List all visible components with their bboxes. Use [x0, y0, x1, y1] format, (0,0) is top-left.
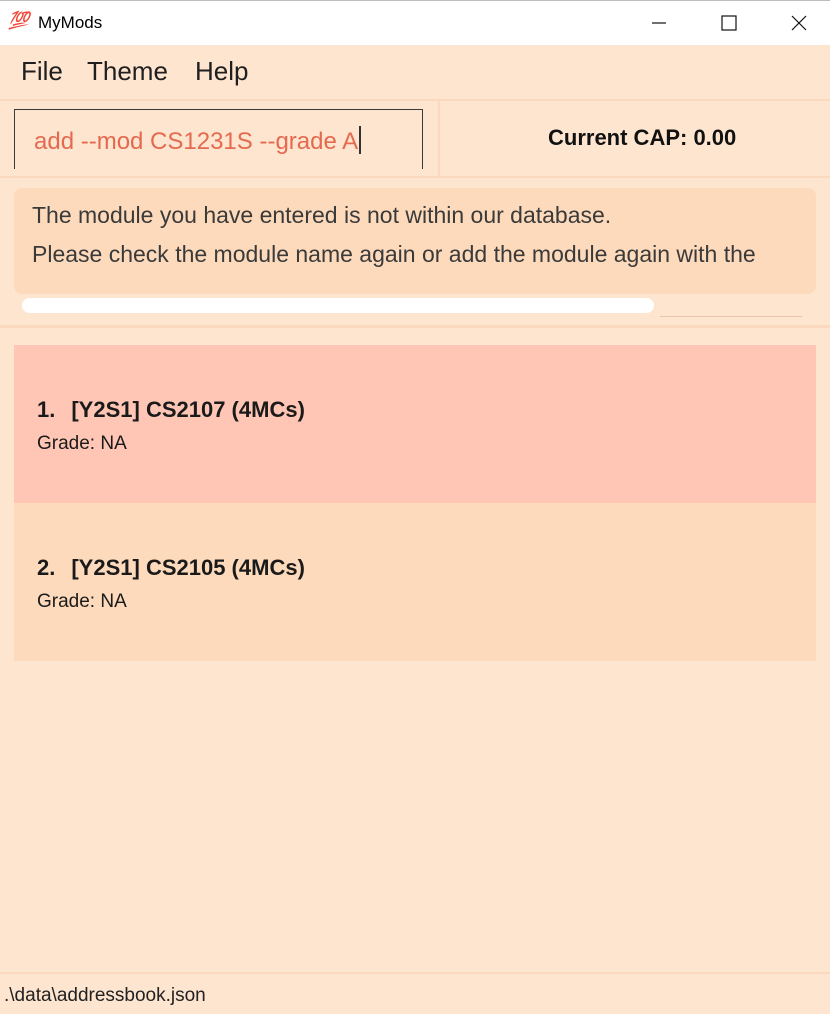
- close-button[interactable]: [768, 1, 828, 45]
- result-message-line: Please check the module name again or ad…: [32, 241, 756, 267]
- command-row: add --mod CS1231S --grade A Current CAP:…: [0, 99, 830, 178]
- title-bar: 💯 MyMods: [0, 0, 830, 45]
- text-caret: [359, 126, 361, 154]
- module-grade: Grade: NA: [37, 433, 127, 454]
- window-title: MyMods: [38, 13, 103, 32]
- module-title: 2. [Y2S1] CS2105 (4MCs): [37, 555, 305, 581]
- menu-help[interactable]: Help: [195, 56, 248, 87]
- result-display: The module you have entered is not withi…: [14, 188, 816, 294]
- scrollbar-track-line: [660, 316, 802, 317]
- menu-bar: File Theme Help: [0, 45, 830, 99]
- module-index: 1.: [37, 397, 56, 422]
- close-icon: [791, 15, 807, 31]
- command-input-text: add --mod CS1231S --grade A: [34, 126, 361, 156]
- module-title: 1. [Y2S1] CS2107 (4MCs): [37, 397, 305, 423]
- divider: [438, 101, 440, 176]
- maximize-button[interactable]: [698, 1, 758, 45]
- minimize-button[interactable]: [628, 1, 688, 45]
- module-grade: Grade: NA: [37, 591, 127, 612]
- menu-theme[interactable]: Theme: [87, 56, 168, 87]
- scrollbar-thumb[interactable]: [22, 298, 654, 313]
- hundred-points-icon: 💯: [8, 11, 29, 31]
- command-input-value: add --mod CS1231S --grade A: [34, 128, 359, 155]
- module-name: [Y2S1] CS2107 (4MCs): [71, 397, 305, 422]
- module-list-item[interactable]: 1. [Y2S1] CS2107 (4MCs) Grade: NA: [14, 345, 816, 503]
- current-cap-label: Current CAP: 0.00: [548, 125, 737, 150]
- minimize-icon: [652, 22, 666, 24]
- module-index: 2.: [37, 555, 56, 580]
- result-horizontal-scrollbar[interactable]: [20, 297, 802, 317]
- status-bar: .\data\addressbook.json: [0, 972, 830, 1014]
- module-name: [Y2S1] CS2105 (4MCs): [71, 555, 305, 580]
- result-message-line: The module you have entered is not withi…: [32, 202, 612, 228]
- menu-file[interactable]: File: [21, 56, 63, 87]
- module-list-item[interactable]: 2. [Y2S1] CS2105 (4MCs) Grade: NA: [14, 503, 816, 661]
- save-file-path: .\data\addressbook.json: [4, 985, 206, 1006]
- divider: [0, 325, 830, 328]
- command-input[interactable]: add --mod CS1231S --grade A: [14, 109, 423, 169]
- maximize-icon: [721, 15, 737, 31]
